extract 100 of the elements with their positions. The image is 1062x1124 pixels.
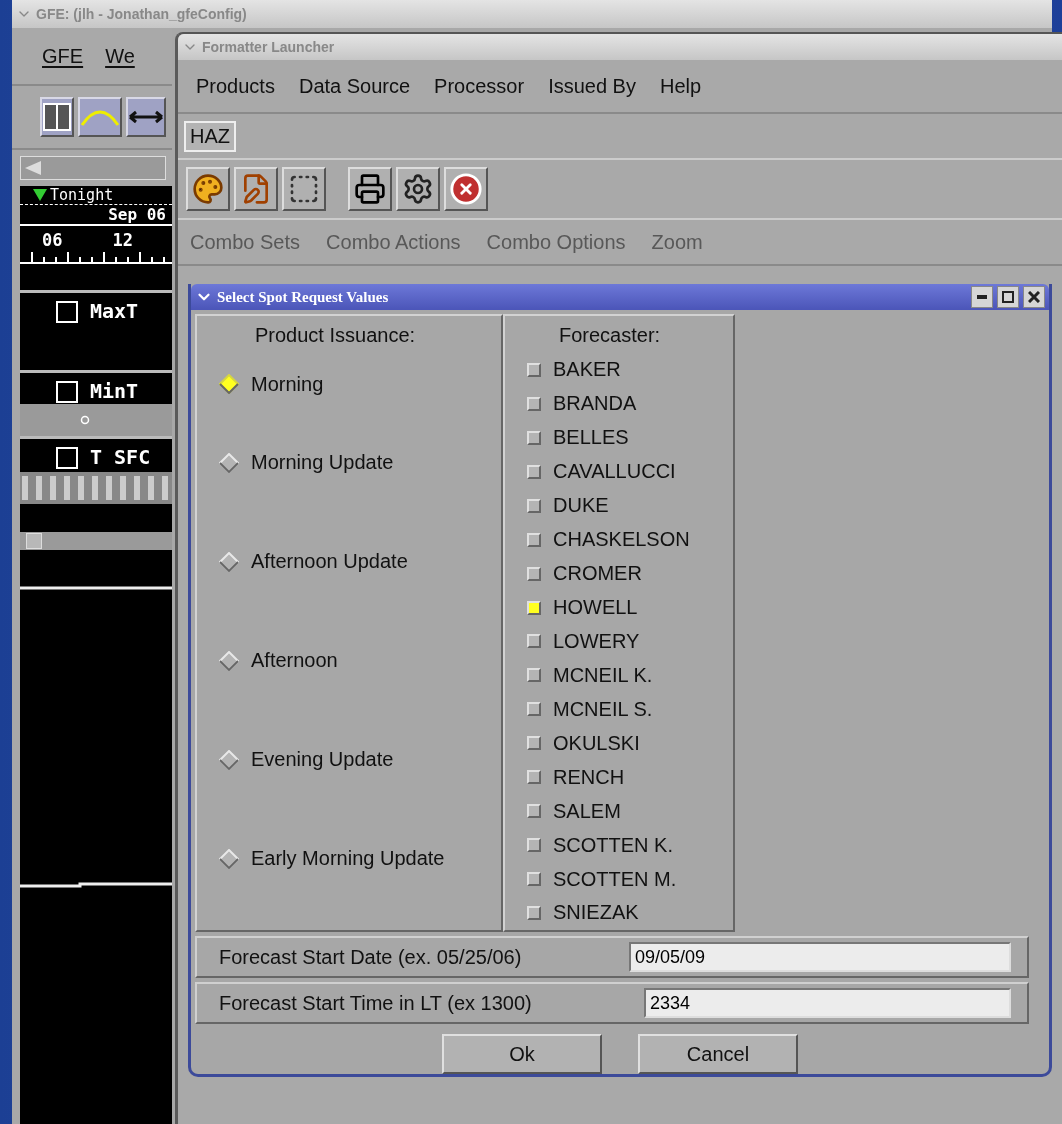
checkbox-label: MCNEIL S. (553, 697, 653, 721)
field-label: Forecast Start Time in LT (ex 1300) (218, 991, 533, 1015)
checkbox[interactable] (527, 634, 541, 649)
slider-thumb[interactable] (26, 533, 43, 549)
double-arrow-icon (128, 109, 164, 125)
window-title: Formatter Launcher (202, 39, 335, 55)
checkbox-label: SNIEZAK (553, 901, 639, 925)
checkbox-label: BRANDA (553, 392, 637, 416)
stretch-button[interactable] (126, 97, 166, 137)
checkbox[interactable] (527, 872, 541, 887)
checkbox[interactable] (527, 770, 541, 785)
checkbox[interactable] (527, 430, 541, 445)
time-marker-icon (32, 188, 48, 202)
checkbox-label: BELLES (553, 426, 629, 450)
settings-icon (402, 173, 434, 205)
select-button[interactable] (282, 167, 326, 211)
checkbox-label: DUKE (553, 494, 609, 518)
checkbox[interactable] (527, 804, 541, 819)
radio-label: Morning Update (251, 451, 394, 474)
radio-button[interactable] (219, 551, 239, 572)
checkbox-label: SALEM (553, 799, 621, 823)
settings-button[interactable] (396, 167, 440, 211)
window-title: GFE: (jlh - Jonathan_gfeConfig) (36, 6, 247, 22)
radio-button[interactable] (219, 374, 239, 394)
print-button[interactable] (348, 167, 392, 211)
checkbox[interactable] (527, 736, 541, 751)
close-button[interactable] (1023, 286, 1045, 308)
edit-button[interactable] (234, 167, 278, 211)
checkbox[interactable] (527, 566, 541, 581)
menu-item[interactable]: Products (196, 74, 275, 98)
hour-label: 06 (42, 230, 63, 250)
checkbox-label: MCNEIL K. (553, 663, 653, 687)
curve-button[interactable] (78, 97, 122, 137)
grid-name: MaxT (90, 299, 139, 323)
checkbox-label: CROMER (553, 562, 642, 586)
checkbox[interactable] (527, 362, 541, 377)
radio-label: Early Morning Update (251, 847, 445, 870)
menu-item: Combo Options (486, 230, 626, 254)
palette-icon (192, 173, 224, 205)
menu-item: Combo Actions (326, 230, 461, 254)
checkbox-label: CHASKELSON (553, 528, 690, 552)
menu-item[interactable]: GFE (42, 44, 84, 68)
radio-label: Morning (251, 372, 324, 396)
cancel-button[interactable]: Cancel (638, 1034, 798, 1074)
checkbox[interactable] (527, 532, 541, 547)
ok-button[interactable]: Ok (442, 1034, 602, 1074)
maximize-button[interactable] (997, 286, 1019, 308)
input-field[interactable]: 2334 (644, 988, 1011, 1018)
minimize-button[interactable] (971, 286, 993, 308)
checkbox-label: RENCH (553, 765, 625, 789)
checkbox-label: CAVALLUCCI (553, 460, 676, 484)
checkbox[interactable] (527, 905, 541, 920)
dashed-square-icon (288, 173, 320, 205)
checkbox[interactable] (527, 668, 541, 683)
hour-label: 12 (112, 230, 133, 250)
tab[interactable]: HAZ (184, 120, 236, 152)
grid-name: T SFC (90, 445, 151, 469)
radio-label: Afternoon Update (251, 550, 408, 573)
menu-item[interactable]: Processor (434, 74, 525, 98)
close-icon (449, 172, 483, 206)
menu-item[interactable]: Issued By (548, 74, 636, 98)
circle-icon (80, 415, 90, 425)
checkbox-label: BAKER (553, 358, 621, 382)
menu-item: Combo Sets (190, 230, 301, 254)
checkbox[interactable] (527, 396, 541, 411)
columns-icon (42, 102, 72, 132)
menu-item[interactable]: Help (659, 74, 702, 98)
column-heading: Product Issuance: (255, 324, 416, 347)
checkbox[interactable] (527, 600, 541, 615)
radio-label: Afternoon (251, 649, 338, 672)
checkbox[interactable] (527, 838, 541, 853)
radio-button[interactable] (219, 749, 239, 770)
printer-icon (354, 173, 386, 205)
column-heading: Forecaster: (559, 324, 661, 347)
date-label: Sep 06 (108, 205, 166, 224)
palette-button[interactable] (186, 167, 230, 211)
dialog-title: Select Spot Request Values (217, 288, 390, 306)
checkbox-label: OKULSKI (553, 731, 640, 755)
period-label: Tonight (50, 186, 114, 204)
radio-button[interactable] (219, 848, 239, 869)
split-view-button[interactable] (40, 97, 74, 137)
checkbox-label: HOWELL (553, 596, 638, 620)
menu-item[interactable]: Data Source (298, 74, 411, 98)
menu-item[interactable]: We (105, 44, 135, 68)
grid-name: MinT (90, 379, 139, 403)
checkbox-label: LOWERY (553, 629, 640, 653)
input-field[interactable]: 09/05/09 (629, 942, 1011, 972)
maximize-icon (1002, 291, 1014, 303)
checkbox[interactable] (527, 702, 541, 717)
close-icon (1028, 291, 1040, 303)
checkbox[interactable] (527, 498, 541, 513)
minimize-icon (977, 295, 987, 299)
checkbox[interactable] (527, 464, 541, 479)
radio-button[interactable] (219, 650, 239, 671)
radio-label: Evening Update (251, 748, 394, 771)
menu-item: Zoom (651, 230, 703, 254)
checkbox-label: SCOTTEN M. (553, 867, 677, 891)
checkbox-label: SCOTTEN K. (553, 833, 673, 857)
radio-button[interactable] (219, 452, 239, 473)
field-label: Forecast Start Date (ex. 05/25/06) (218, 945, 523, 969)
